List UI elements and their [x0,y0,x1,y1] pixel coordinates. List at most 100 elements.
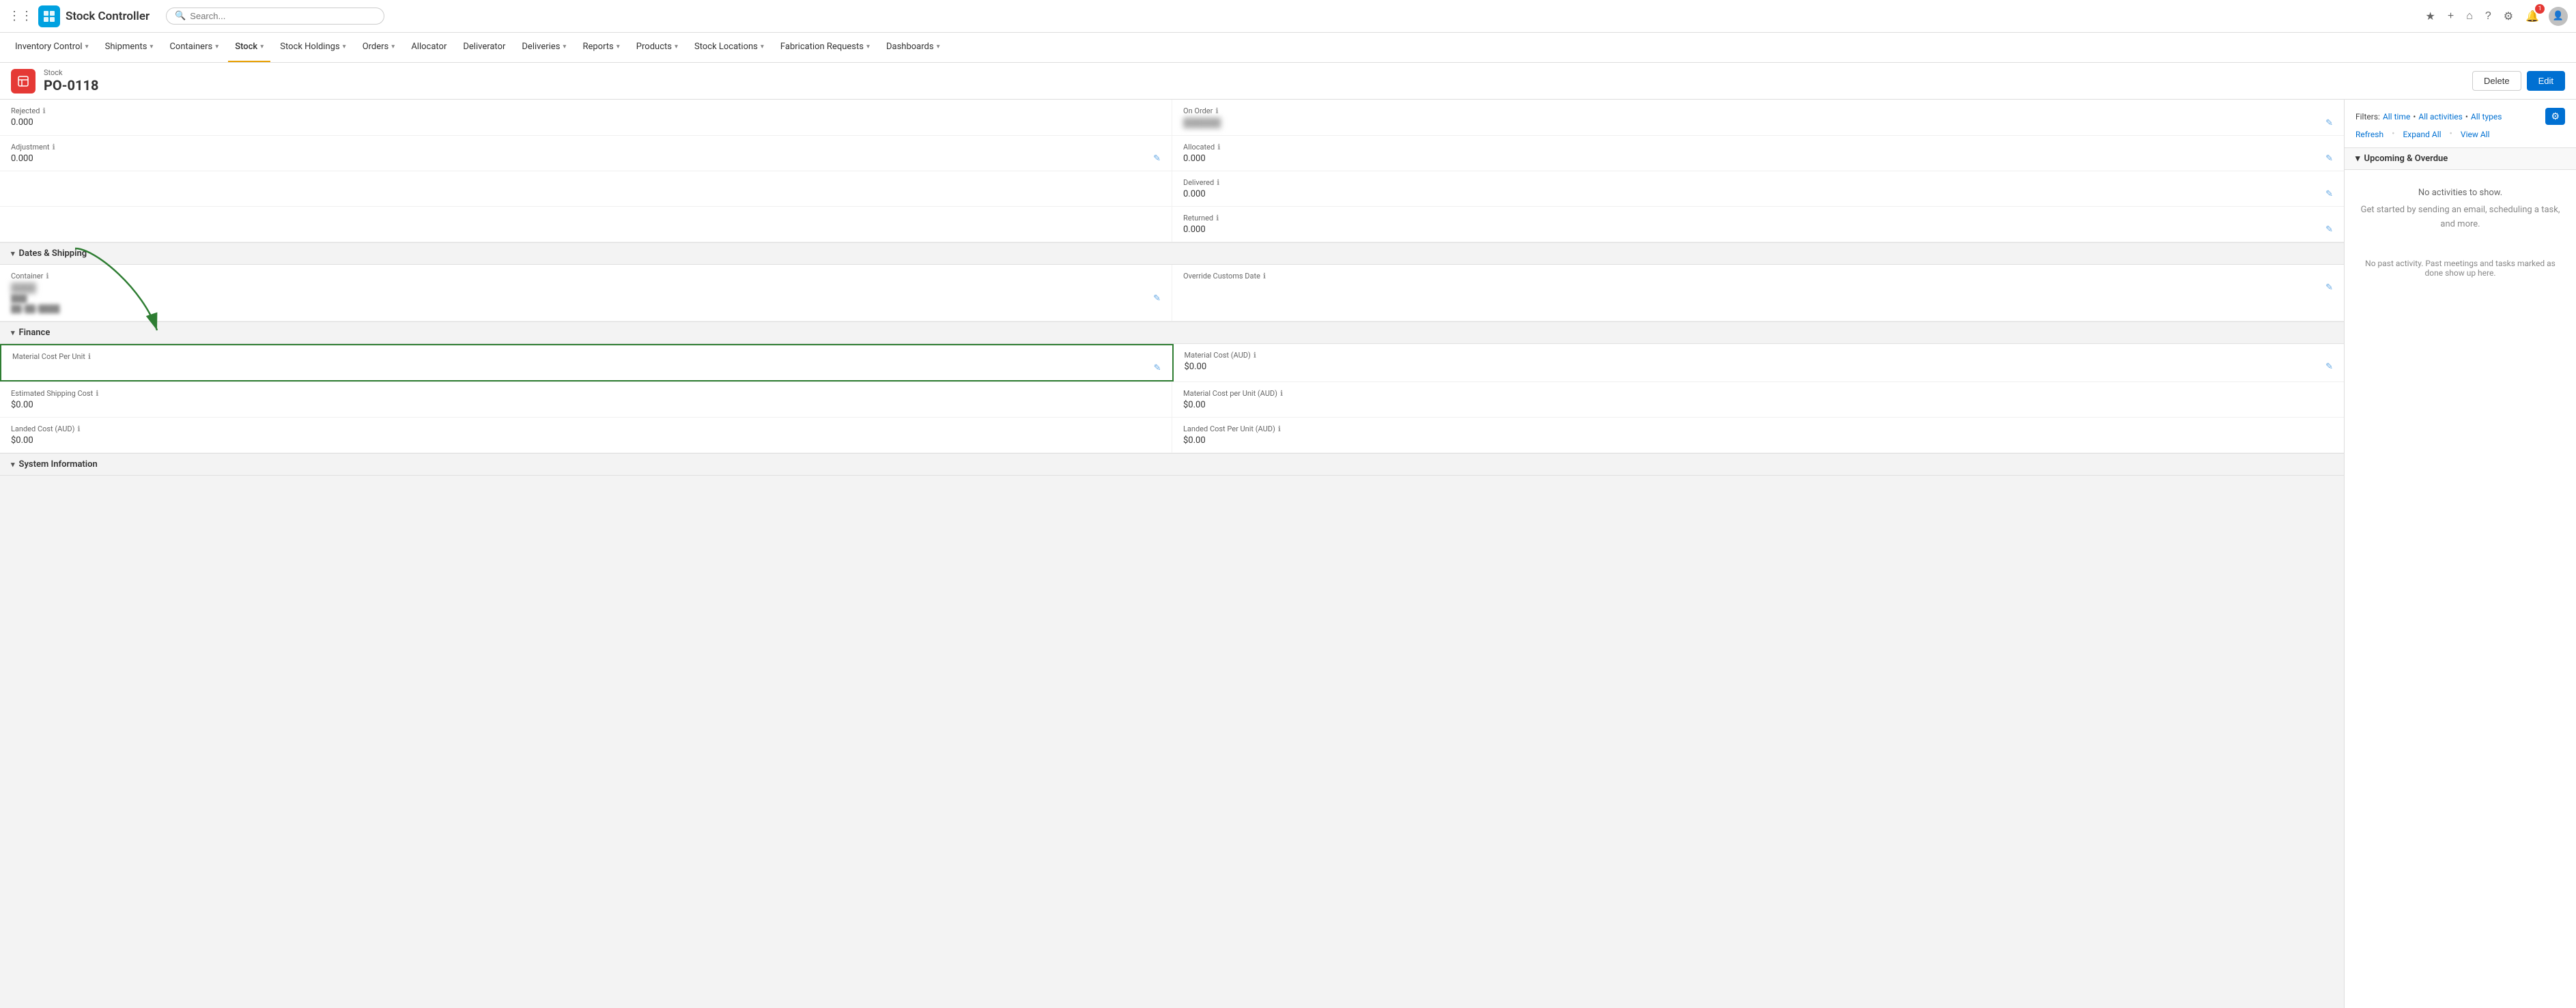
nav-stock-holdings[interactable]: Stock Holdings ▾ [273,33,352,63]
returned-value: 0.000 ✎ [1183,225,2333,235]
edit-container-icon[interactable]: ✎ [1153,293,1161,304]
edit-on-order-icon[interactable]: ✎ [2325,118,2333,128]
search-input[interactable] [190,11,376,21]
activity-settings-btn[interactable]: ⚙ [2545,108,2565,125]
nav-stock[interactable]: Stock ▾ [228,33,270,63]
main-content: Rejected ℹ 0.000 On Order ℹ ██████ ✎ [0,100,2576,1008]
expand-all-link[interactable]: Expand All [2403,130,2441,139]
page-header: Stock PO-0118 Delete Edit [0,63,2576,100]
chevron-icon: ▾ [11,328,15,337]
delete-button[interactable]: Delete [2472,71,2521,91]
chevron-down-icon: ▾ [675,43,678,51]
edit-allocated-icon[interactable]: ✎ [2325,154,2333,164]
field-rejected: Rejected ℹ 0.000 [0,100,1172,135]
field-returned: Returned ℹ 0.000 ✎ [1172,207,2344,242]
allocated-label: Allocated ℹ [1183,143,2333,152]
info-icon: ℹ [1263,272,1266,280]
chevron-down-icon: ▾ [391,43,395,51]
nav-containers[interactable]: Containers ▾ [162,33,225,63]
search-bar[interactable]: 🔍 [166,8,384,25]
view-all-link[interactable]: View All [2461,130,2490,139]
edit-button[interactable]: Edit [2527,71,2565,91]
home-btn[interactable]: ⌂ [2463,8,2476,25]
chevron-icon: ▾ [11,460,15,469]
nav-deliveries[interactable]: Deliveries ▾ [515,33,573,63]
chevron-down-icon: ▾ [85,43,89,51]
chevron-down-icon: ▾ [617,43,620,51]
nav-dashboards[interactable]: Dashboards ▾ [879,33,947,63]
info-icon: ℹ [88,352,91,361]
activity-filters: Filters: All time • All activities • All… [2355,112,2502,121]
field-container: Container ℹ ████ ███ ██/██/████ ✎ [0,265,1172,321]
delivered-label: Delivered ℹ [1183,178,2333,187]
form-row-container-customs: Container ℹ ████ ███ ██/██/████ ✎ [0,265,2344,321]
nav-products[interactable]: Products ▾ [629,33,685,63]
activity-past-message: No past activity. Past meetings and task… [2345,248,2576,289]
estimated-shipping-label: Estimated Shipping Cost ℹ [11,389,1161,398]
form-row-adjustment-allocated: Adjustment ℹ 0.000 ✎ Allocated ℹ 0.000 [0,136,2344,171]
material-cost-per-unit-aud-value: $0.00 [1183,400,2333,410]
material-cost-per-unit-value: ✎ [12,363,1161,373]
info-icon: ℹ [42,106,45,115]
help-btn[interactable]: ? [2482,8,2494,25]
filter-types: All types [2471,112,2502,121]
field-material-cost-aud: Material Cost (AUD) ℹ $0.00 ✎ [1174,344,2345,381]
nav-shipments[interactable]: Shipments ▾ [98,33,160,63]
chevron-down-icon: ▾ [260,43,264,51]
landed-cost-label: Landed Cost (AUD) ℹ [11,424,1161,433]
chevron-down-icon: ▾ [150,43,153,51]
delivered-value: 0.000 ✎ [1183,189,2333,199]
activity-panel: Filters: All time • All activities • All… [2344,100,2576,1008]
grid-icon[interactable]: ⋮⋮ [8,9,33,23]
finance-section-header[interactable]: ▾ Finance [0,322,2344,344]
chevron-down-icon: ▾ [761,43,764,51]
app-title: Stock Controller [66,10,150,23]
info-icon: ℹ [1217,178,1219,187]
rejected-label: Rejected ℹ [11,106,1161,115]
refresh-link[interactable]: Refresh [2355,130,2383,139]
system-info-section-header[interactable]: ▾ System Information [0,454,2344,476]
dates-shipping-section-header[interactable]: ▾ Dates & Shipping [0,243,2344,265]
rejected-value: 0.000 [11,117,1161,128]
page-header-actions: Delete Edit [2472,71,2565,91]
field-material-cost-per-unit-aud: Material Cost per Unit (AUD) ℹ $0.00 [1172,382,2344,417]
info-icon: ℹ [1254,351,1256,360]
estimated-shipping-value: $0.00 [11,400,1161,410]
nav-deliverator[interactable]: Deliverator [456,33,512,63]
nav-bar: Inventory Control ▾ Shipments ▾ Containe… [0,33,2576,63]
material-cost-per-unit-label: Material Cost Per Unit ℹ [12,352,1161,361]
adjustment-value: 0.000 ✎ [11,154,1161,164]
dates-shipping-grid: Container ℹ ████ ███ ██/██/████ ✎ [0,265,2344,322]
nav-fabrication-requests[interactable]: Fabrication Requests ▾ [774,33,877,63]
edit-returned-icon[interactable]: ✎ [2325,225,2333,235]
material-cost-aud-label: Material Cost (AUD) ℹ [1185,351,2334,360]
notifications-btn[interactable]: 🔔 1 [2523,7,2542,26]
edit-material-cost-icon[interactable]: ✎ [1154,363,1161,373]
upcoming-overdue-header: ▾ Upcoming & Overdue [2345,148,2576,170]
chevron-down-icon: ▾ [866,43,870,51]
form-row-material-cost: Material Cost Per Unit ℹ ✎ Material Cost… [0,344,2344,382]
nav-allocator[interactable]: Allocator [404,33,453,63]
settings-btn[interactable]: ⚙ [2501,7,2516,26]
container-value: ████ ███ ██/██/████ ✎ [11,283,1161,314]
container-blurred-line2: ███ [11,294,27,303]
nav-reports[interactable]: Reports ▾ [576,33,626,63]
field-landed-cost-per-unit: Landed Cost Per Unit (AUD) ℹ $0.00 [1172,418,2344,452]
nav-stock-locations[interactable]: Stock Locations ▾ [688,33,771,63]
form-row-delivered-returned: Delivered ℹ 0.000 ✎ [0,171,2344,207]
info-icon: ℹ [1215,106,1218,115]
edit-override-customs-icon[interactable]: ✎ [2325,283,2333,293]
nav-inventory-control[interactable]: Inventory Control ▾ [8,33,96,63]
form-row-returned: Returned ℹ 0.000 ✎ [0,207,2344,242]
add-btn[interactable]: + [2445,8,2457,25]
form-row-rejected-onorder: Rejected ℹ 0.000 On Order ℹ ██████ ✎ [0,100,2344,136]
edit-delivered-icon[interactable]: ✎ [2325,189,2333,199]
bookmark-btn[interactable]: ★ [2422,7,2437,26]
form-row-shipping-material-per-unit: Estimated Shipping Cost ℹ $0.00 Material… [0,382,2344,418]
landed-cost-per-unit-label: Landed Cost Per Unit (AUD) ℹ [1183,424,2333,433]
nav-orders[interactable]: Orders ▾ [356,33,402,63]
info-icon: ℹ [53,143,55,152]
edit-adjustment-icon[interactable]: ✎ [1153,154,1161,164]
edit-material-cost-aud-icon[interactable]: ✎ [2325,362,2333,372]
user-avatar[interactable]: 👤 [2549,7,2568,26]
